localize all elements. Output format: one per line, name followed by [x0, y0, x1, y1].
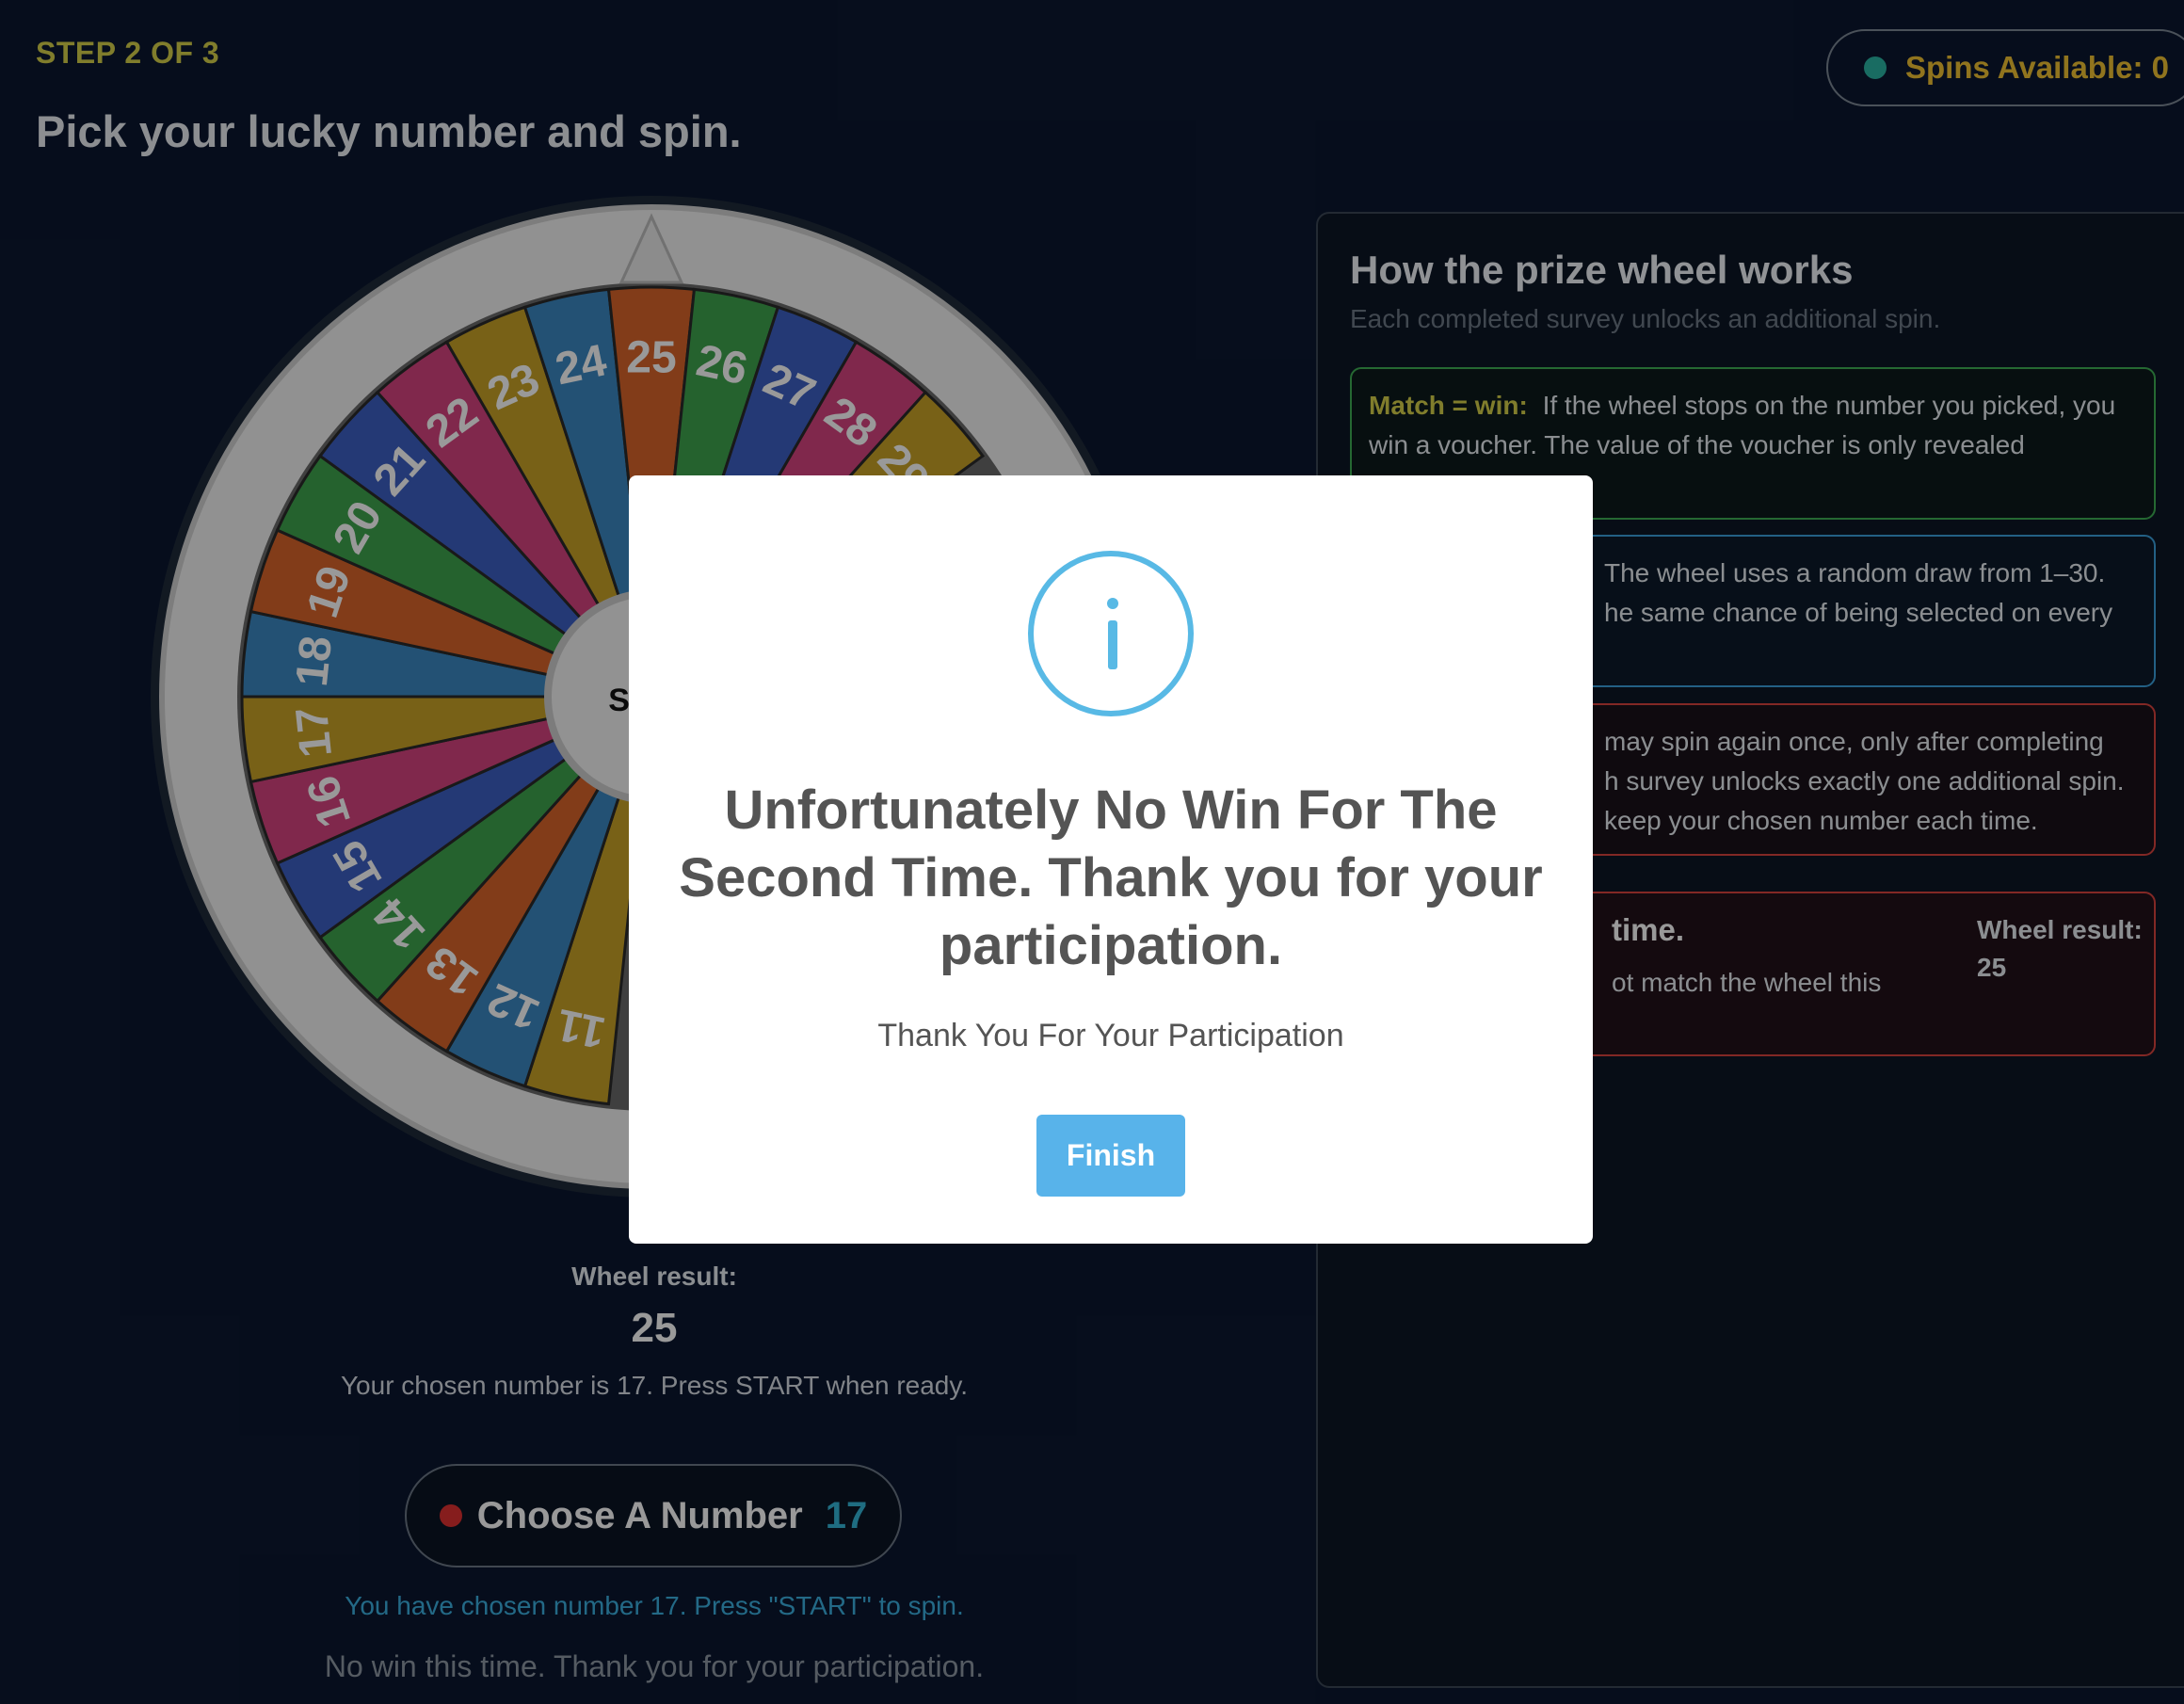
finish-button[interactable]: Finish: [1036, 1115, 1185, 1197]
info-icon-dot: [1107, 598, 1118, 609]
info-icon-bar: [1108, 620, 1117, 669]
info-icon: [1028, 551, 1194, 716]
modal-body: Thank You For Your Participation: [877, 1018, 1344, 1053]
modal-title: Unfortunately No Win For The Second Time…: [679, 780, 1543, 976]
result-modal: Unfortunately No Win For The Second Time…: [629, 475, 1593, 1244]
